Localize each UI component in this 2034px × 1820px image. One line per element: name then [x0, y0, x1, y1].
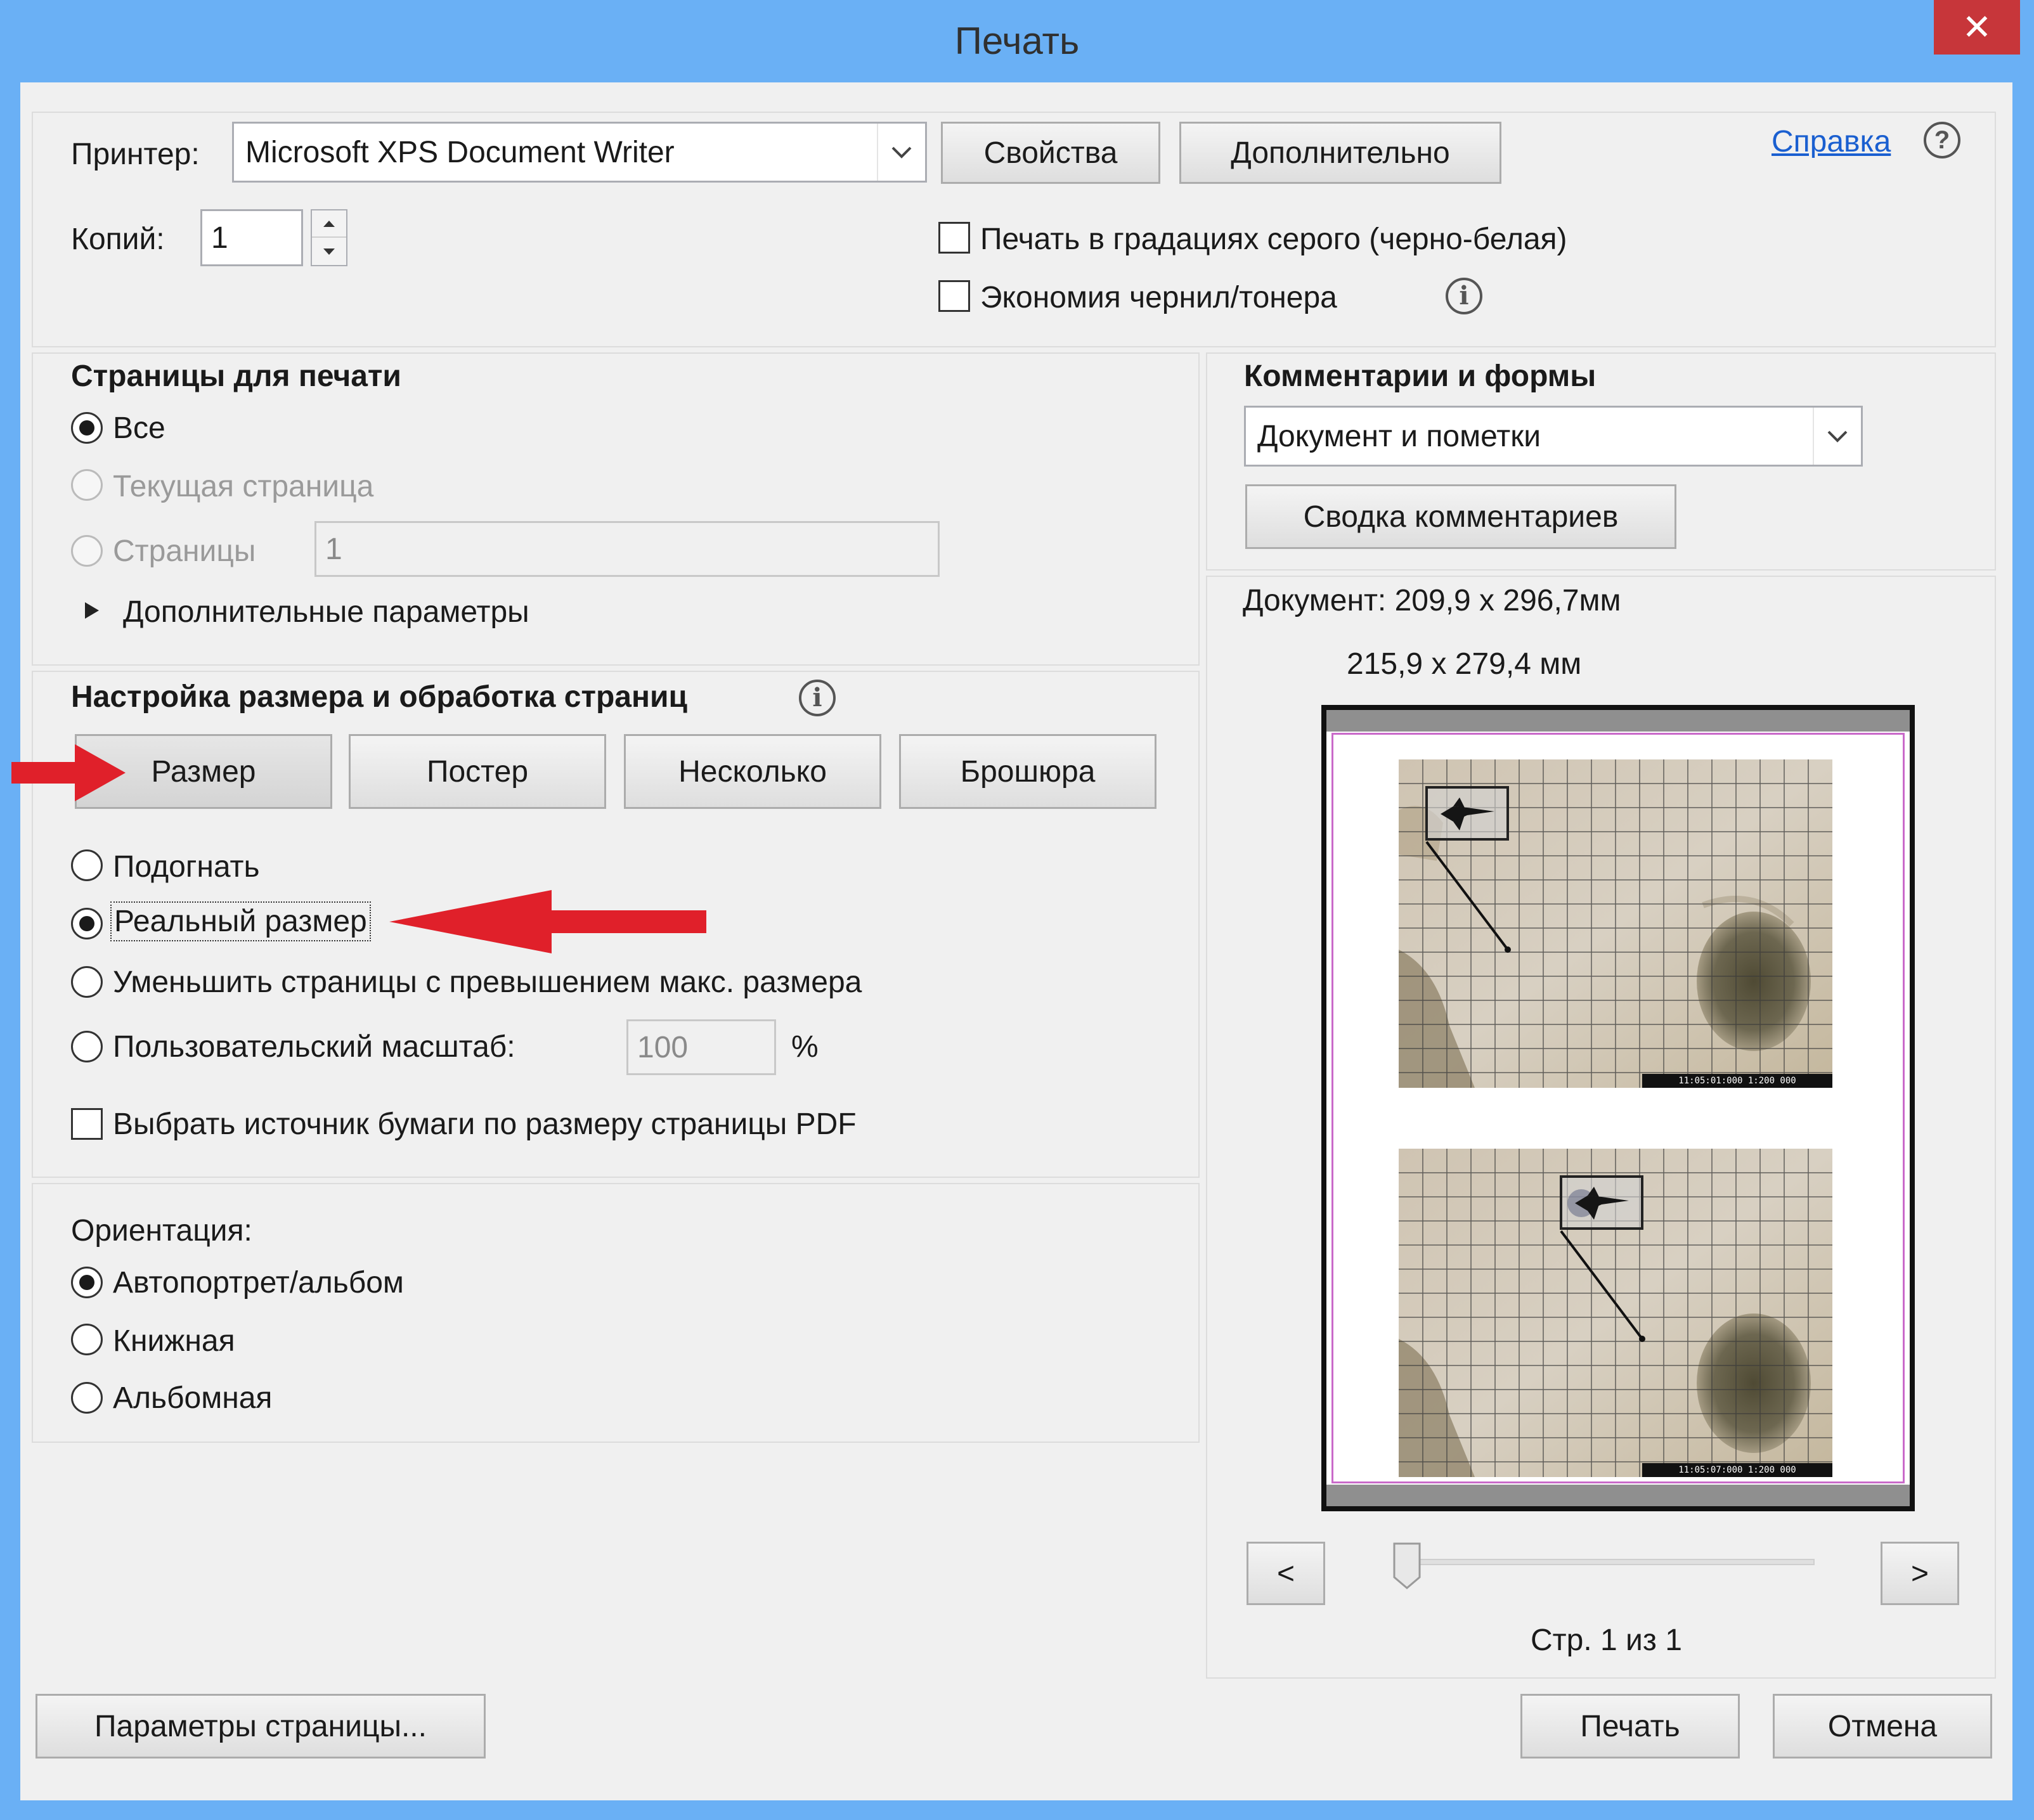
- advanced-button[interactable]: Дополнительно: [1179, 122, 1501, 184]
- pages-current-label: Текущая страница: [113, 470, 374, 503]
- properties-button[interactable]: Свойства: [941, 122, 1160, 184]
- actual-size-label: Реальный размер: [110, 901, 371, 941]
- comments-summary-button[interactable]: Сводка комментариев: [1245, 484, 1676, 549]
- grayscale-label: Печать в градациях серого (черно-белая): [980, 223, 1567, 256]
- printer-select[interactable]: Microsoft XPS Document Writer: [232, 122, 927, 183]
- preview-map-image-bottom: 11:05:07:000 1:200 000: [1399, 1149, 1832, 1477]
- comments-heading: Комментарии и формы: [1244, 359, 1597, 393]
- sizing-heading: Настройка размера и обработка страниц: [71, 680, 687, 714]
- grayscale-checkbox[interactable]: [938, 222, 970, 254]
- orientation-auto-radio[interactable]: [71, 1267, 103, 1298]
- preview-top-margin: [1326, 710, 1910, 732]
- comments-select-value: Документ и пометки: [1257, 419, 1541, 453]
- more-options-label[interactable]: Дополнительные параметры: [123, 595, 529, 629]
- custom-scale-label: Пользовательский масштаб:: [113, 1030, 515, 1064]
- tab-multiple[interactable]: Несколько: [624, 734, 881, 809]
- custom-scale-input[interactable]: 100: [626, 1019, 776, 1075]
- page-slider-track[interactable]: [1396, 1559, 1815, 1565]
- map-scale-bar: 11:05:01:000 1:200 000: [1642, 1074, 1832, 1088]
- fit-label: Подогнать: [113, 850, 260, 884]
- chevron-down-icon: [1813, 408, 1861, 465]
- orientation-portrait-radio[interactable]: [71, 1324, 103, 1355]
- percent-label: %: [791, 1030, 819, 1064]
- printer-select-value: Microsoft XPS Document Writer: [245, 135, 675, 169]
- pages-all-radio[interactable]: [71, 412, 103, 444]
- title-bar: Печать ✕: [0, 0, 2034, 81]
- spin-up-icon[interactable]: [312, 210, 346, 238]
- copies-label: Копий:: [71, 223, 165, 256]
- close-button[interactable]: ✕: [1934, 0, 2020, 55]
- save-ink-checkbox[interactable]: [938, 280, 970, 312]
- document-size-label: Документ: 209,9 x 296,7мм: [1243, 584, 1621, 617]
- prev-page-button[interactable]: <: [1247, 1542, 1325, 1605]
- fit-radio[interactable]: [71, 849, 103, 881]
- orientation-auto-label: Автопортрет/альбом: [113, 1266, 404, 1300]
- aircraft-inset: [1560, 1175, 1643, 1230]
- print-dialog-window: Печать ✕ Принтер: Microsoft XPS Document…: [0, 0, 2034, 1820]
- annotation-arrow-size-tab: [11, 744, 126, 804]
- comments-select[interactable]: Документ и пометки: [1244, 406, 1863, 467]
- save-ink-label: Экономия чернил/тонера: [980, 281, 1337, 314]
- custom-scale-radio[interactable]: [71, 1031, 103, 1062]
- tab-booklet[interactable]: Брошюра: [899, 734, 1156, 809]
- tab-poster[interactable]: Постер: [349, 734, 606, 809]
- pages-heading: Страницы для печати: [71, 359, 401, 393]
- map-scale-bar: 11:05:07:000 1:200 000: [1642, 1463, 1832, 1477]
- help-link[interactable]: Справка: [1772, 124, 1891, 159]
- orientation-heading: Ориентация:: [71, 1214, 252, 1248]
- pages-range-label: Страницы: [113, 534, 256, 568]
- actual-size-radio[interactable]: [71, 908, 103, 939]
- spin-down-icon[interactable]: [312, 238, 346, 265]
- print-button[interactable]: Печать: [1520, 1694, 1740, 1759]
- aircraft-inset: [1425, 786, 1509, 841]
- pages-range-input[interactable]: 1: [314, 521, 940, 577]
- shrink-label: Уменьшить страницы с превышением макс. р…: [113, 965, 862, 999]
- help-question-icon[interactable]: ?: [1924, 122, 1960, 158]
- page-slider-thumb[interactable]: [1392, 1542, 1422, 1590]
- preview-map-image-top: 11:05:01:000 1:200 000: [1399, 759, 1832, 1088]
- shrink-radio[interactable]: [71, 966, 103, 998]
- printer-label: Принтер:: [71, 138, 200, 171]
- copies-input[interactable]: 1: [200, 209, 303, 266]
- page-setup-button[interactable]: Параметры страницы...: [36, 1694, 486, 1759]
- paper-source-label: Выбрать источник бумаги по размеру стран…: [113, 1107, 857, 1141]
- pages-range-radio[interactable]: [71, 535, 103, 567]
- orientation-landscape-radio[interactable]: [71, 1382, 103, 1414]
- orientation-landscape-label: Альбомная: [113, 1381, 273, 1415]
- annotation-arrow-actual-size: [389, 890, 706, 957]
- page-preview: 11:05:01:000 1:200 000 11:05:07:000 1:20…: [1321, 705, 1915, 1511]
- pages-current-radio[interactable]: [71, 469, 103, 501]
- page-status: Стр. 1 из 1: [1531, 1623, 1682, 1657]
- sizing-info-icon[interactable]: i: [799, 680, 836, 716]
- window-title: Печать: [954, 20, 1080, 62]
- next-page-button[interactable]: >: [1881, 1542, 1959, 1605]
- paper-source-checkbox[interactable]: [71, 1108, 103, 1140]
- expand-triangle-icon[interactable]: [84, 601, 100, 623]
- pages-all-label: Все: [113, 411, 165, 445]
- paper-size-label: 215,9 x 279,4 мм: [1347, 647, 1582, 681]
- cancel-button[interactable]: Отмена: [1773, 1694, 1992, 1759]
- info-icon[interactable]: i: [1446, 278, 1482, 314]
- copies-spinner[interactable]: [311, 209, 347, 266]
- chevron-down-icon: [877, 124, 925, 181]
- orientation-portrait-label: Книжная: [113, 1324, 235, 1358]
- preview-bottom-margin: [1326, 1485, 1910, 1506]
